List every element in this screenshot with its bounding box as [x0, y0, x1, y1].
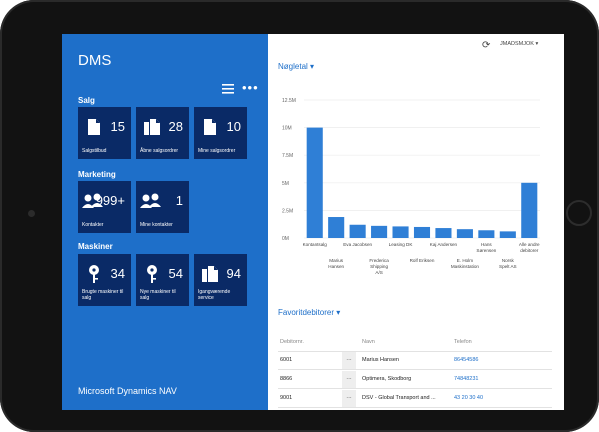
customer-name[interactable]: Marius Hansen [362, 357, 399, 363]
tile-marketing-0[interactable]: 999+ Kontakter [78, 181, 131, 233]
key-icon [84, 264, 104, 284]
bar[interactable] [328, 217, 345, 238]
favorites-title[interactable]: Favoritdebitorer ▾ [278, 308, 340, 317]
document-icon [84, 117, 104, 137]
bar[interactable] [435, 228, 452, 238]
tile-count: 28 [168, 119, 183, 134]
tile-salg-0[interactable]: 15 Salgstilbud [78, 107, 131, 159]
tile-count: 34 [110, 266, 125, 281]
x-tick-label: Marius Hansen [328, 258, 344, 269]
bar[interactable] [306, 127, 323, 238]
bar[interactable] [371, 225, 388, 238]
app-title: DMS [78, 52, 112, 69]
tile-label: Brugte maskiner til salg [82, 289, 124, 301]
row-actions-icon[interactable]: ··· [342, 352, 356, 369]
customer-number[interactable]: 6001 [280, 357, 292, 363]
bar[interactable] [478, 230, 495, 238]
tile-maskiner-1[interactable]: 54 Nye maskiner til salg [136, 254, 189, 306]
menu-icon[interactable] [222, 84, 234, 94]
x-tick-label: Leasing DK [389, 242, 414, 247]
tile-maskiner-0[interactable]: 34 Brugte maskiner til salg [78, 254, 131, 306]
tile-label: Åbne salgsordrer [140, 148, 179, 154]
table-row[interactable]: 6001 ··· Marius Hansen 86454586 [278, 352, 552, 370]
bar[interactable] [521, 182, 538, 238]
tile-maskiner-2[interactable]: 94 Igangværende service [194, 254, 247, 306]
customer-phone[interactable]: 43 20 30 40 [454, 395, 483, 401]
document-icon [200, 117, 220, 137]
key-icon [142, 264, 162, 284]
tile-salg-1[interactable]: 28 Åbne salgsordrer [136, 107, 189, 159]
tile-count: 54 [168, 266, 183, 281]
customer-phone[interactable]: 86454586 [454, 357, 478, 363]
row-actions-icon[interactable]: ··· [342, 390, 356, 407]
customer-number[interactable]: 9001 [280, 395, 292, 401]
bar[interactable] [456, 229, 473, 238]
x-tick-label: Norsk Spelt AS [499, 258, 517, 269]
tile-count: 10 [226, 119, 241, 134]
tile-label: Kontakter [82, 222, 104, 228]
table-row[interactable]: 8866 ··· Optimera, Skodborg 74848231 [278, 371, 552, 389]
navigation-pane: DMS ••• Salg 15 Salgstilbud 28 Åbne salgsor… [62, 34, 268, 410]
tablet-frame: DMS ••• Salg 15 Salgstilbud 28 Åbne salgsor… [0, 0, 599, 432]
tile-salg-2[interactable]: 10 Mine salgsordrer [194, 107, 247, 159]
y-tick-label: 10M [282, 126, 292, 132]
tile-count: 15 [110, 119, 125, 134]
keyfigures-title[interactable]: Nøgletal ▾ [278, 62, 314, 71]
camera-icon [28, 210, 35, 217]
customer-name[interactable]: DSV - Global Transport and ... [362, 395, 436, 401]
tile-count: 94 [226, 266, 241, 281]
content-area: ⟳ JMADSMJOK ▾ Nøgletal ▾ 12.5M 10M 7.5M 5M 2… [268, 34, 564, 410]
x-tick-label: Rolf Eriksen [410, 258, 435, 263]
y-tick-label: 5M [282, 181, 289, 187]
people-icon [139, 191, 161, 211]
bar[interactable] [392, 226, 409, 238]
column-header[interactable]: Telefon [454, 339, 472, 345]
y-tick-label: 0M [282, 236, 289, 242]
documents-icon [200, 264, 220, 284]
y-tick-label: 2.5M [282, 208, 293, 214]
bar[interactable] [349, 224, 366, 238]
user-menu[interactable]: JMADSMJOK ▾ [500, 41, 538, 47]
customer-phone[interactable]: 74848231 [454, 376, 478, 382]
x-tick-label: Kontantsalg [303, 242, 328, 247]
x-tick-label: Kaj Andersen [430, 242, 458, 247]
tile-label: Salgstilbud [82, 148, 107, 154]
customer-sales-chart: 12.5M 10M 7.5M 5M 2.5M 0M Kontantsalg Marius Han… [282, 98, 540, 275]
refresh-icon[interactable]: ⟳ [482, 40, 490, 51]
bar[interactable] [413, 226, 431, 238]
group-label-salg: Salg [78, 96, 95, 105]
table-header-row: Debitornr. Navn Telefon [278, 334, 552, 352]
x-tick-label: E. Holm Maskinstation [451, 258, 480, 269]
column-header[interactable]: Navn [362, 339, 375, 345]
row-actions-icon[interactable]: ··· [342, 371, 356, 388]
customer-name[interactable]: Optimera, Skodborg [362, 376, 411, 382]
tile-count: 1 [175, 193, 183, 208]
tile-label: Igangværende service [198, 289, 231, 301]
y-tick-label: 7.5M [282, 153, 293, 159]
home-button[interactable] [566, 200, 592, 226]
x-tick-label: Hans Sørensen [476, 242, 496, 253]
x-tick-label: Eva Jacobsen [343, 242, 372, 247]
tile-label: Mine salgsordrer [198, 148, 236, 154]
group-label-marketing: Marketing [78, 170, 116, 179]
y-tick-label: 12.5M [282, 98, 296, 104]
tile-count: 999+ [95, 193, 125, 208]
group-label-maskiner: Maskiner [78, 242, 113, 251]
customer-number[interactable]: 8866 [280, 376, 292, 382]
tile-label: Mine kontakter [140, 222, 173, 228]
tile-marketing-1[interactable]: 1 Mine kontakter [136, 181, 189, 233]
x-tick-label: Frederica Shipping A/S [369, 258, 389, 275]
column-header[interactable]: Debitornr. [280, 339, 304, 345]
documents-icon [142, 117, 162, 137]
bar[interactable] [499, 231, 516, 238]
x-tick-label: Alle andre debitorer [519, 242, 540, 253]
table-row[interactable]: 9001 ··· DSV - Global Transport and ... 43 … [278, 390, 552, 408]
screen: DMS ••• Salg 15 Salgstilbud 28 Åbne salgsor… [62, 34, 564, 410]
more-options-icon[interactable]: ••• [242, 80, 259, 95]
product-name: Microsoft Dynamics NAV [78, 386, 177, 396]
tile-label: Nye maskiner til salg [140, 289, 176, 301]
